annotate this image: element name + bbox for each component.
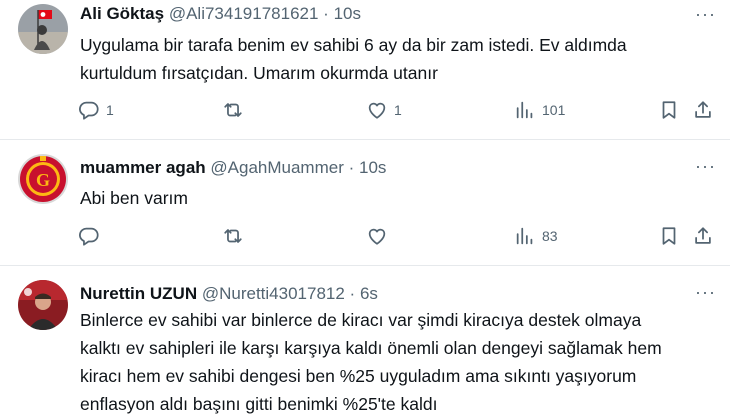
action-bar: 83 — [78, 224, 718, 248]
display-name[interactable]: muammer agah — [80, 158, 206, 177]
heart-icon — [368, 228, 386, 245]
avatar[interactable] — [18, 280, 68, 330]
timestamp[interactable]: 10s — [334, 4, 361, 23]
avatar[interactable] — [18, 4, 68, 54]
tweet-text-line: Binlerce ev sahibi var binlerce de kirac… — [80, 310, 642, 330]
more-options-icon[interactable]: ··· — [695, 4, 716, 25]
bookmark-button[interactable] — [658, 224, 680, 248]
tweet-text-line: kalktı ev sahipleri ile karşı karşıya ka… — [80, 338, 662, 358]
tweet[interactable]: G muammer agah @AgahMuammer · 10s ··· Ab… — [0, 140, 730, 266]
like-button[interactable] — [366, 224, 394, 248]
action-bar: 1 1 101 — [78, 98, 718, 122]
tweet-text: Abi ben varım — [80, 184, 710, 212]
separator-dot: · — [323, 4, 329, 23]
view-count: 83 — [542, 228, 558, 244]
tweet-header: Nurettin UZUN @Nuretti43017812 · 6s — [80, 284, 378, 304]
galatasaray-logo-lettering: G — [36, 170, 50, 190]
share-button[interactable] — [692, 224, 714, 248]
share-icon — [695, 227, 711, 244]
user-handle[interactable]: @Nuretti43017812 — [202, 284, 345, 303]
like-count: 1 — [394, 102, 402, 118]
share-button[interactable] — [692, 98, 714, 122]
retweet-icon — [224, 229, 242, 243]
tweet-text-line: Abi ben varım — [80, 188, 188, 208]
separator-dot: · — [348, 158, 355, 177]
tweet-text-line: kurtuldum fırsatçıdan. Umarım okurmda ut… — [80, 63, 438, 83]
bookmark-button[interactable] — [658, 98, 680, 122]
views-button[interactable]: 83 — [514, 224, 558, 248]
tweet-text-line: enflasyon aldı başını gitti benimki %25'… — [80, 394, 438, 414]
bookmark-icon — [662, 227, 676, 245]
user-handle[interactable]: @Ali734191781621 — [169, 4, 319, 23]
avatar[interactable]: G — [18, 154, 68, 204]
reply-icon — [79, 227, 99, 246]
heart-icon — [368, 102, 386, 119]
display-name[interactable]: Ali Göktaş — [80, 4, 164, 23]
bookmark-icon — [662, 101, 676, 119]
tweet-text: Uygulama bir tarafa benim ev sahibi 6 ay… — [80, 31, 710, 87]
retweet-button[interactable] — [222, 98, 250, 122]
reply-icon — [79, 101, 99, 120]
tweet-text-line: kiracı hem ev sahibi dengesi ben %25 uyg… — [80, 366, 637, 386]
retweet-icon — [224, 103, 242, 117]
tweet-text: Binlerce ev sahibi var binlerce de kirac… — [80, 306, 710, 418]
reply-count: 1 — [106, 102, 114, 118]
view-count: 101 — [542, 102, 566, 118]
like-button[interactable]: 1 — [366, 98, 402, 122]
reply-feed: Ali Göktaş @Ali734191781621 · 10s ··· Uy… — [0, 0, 730, 420]
tweet[interactable]: Nurettin UZUN @Nuretti43017812 · 6s ··· … — [0, 266, 730, 420]
tweet-header: muammer agah @AgahMuammer · 10s — [80, 158, 386, 178]
user-handle[interactable]: @AgahMuammer — [210, 158, 343, 177]
tweet[interactable]: Ali Göktaş @Ali734191781621 · 10s ··· Uy… — [0, 0, 730, 140]
retweet-button[interactable] — [222, 224, 250, 248]
views-icon — [516, 101, 533, 119]
views-icon — [516, 227, 533, 245]
more-options-icon[interactable]: ··· — [695, 282, 716, 303]
display-name[interactable]: Nurettin UZUN — [80, 284, 197, 303]
separator-dot: · — [349, 284, 356, 303]
more-options-icon[interactable]: ··· — [695, 156, 716, 177]
timestamp[interactable]: 10s — [359, 158, 386, 177]
tweet-header: Ali Göktaş @Ali734191781621 · 10s — [80, 4, 361, 24]
tweet-text-line: Uygulama bir tarafa benim ev sahibi 6 ay… — [80, 35, 627, 55]
reply-button[interactable]: 1 — [78, 98, 114, 122]
views-button[interactable]: 101 — [514, 98, 565, 122]
timestamp[interactable]: 6s — [360, 284, 378, 303]
reply-button[interactable] — [78, 224, 106, 248]
share-icon — [695, 101, 711, 118]
